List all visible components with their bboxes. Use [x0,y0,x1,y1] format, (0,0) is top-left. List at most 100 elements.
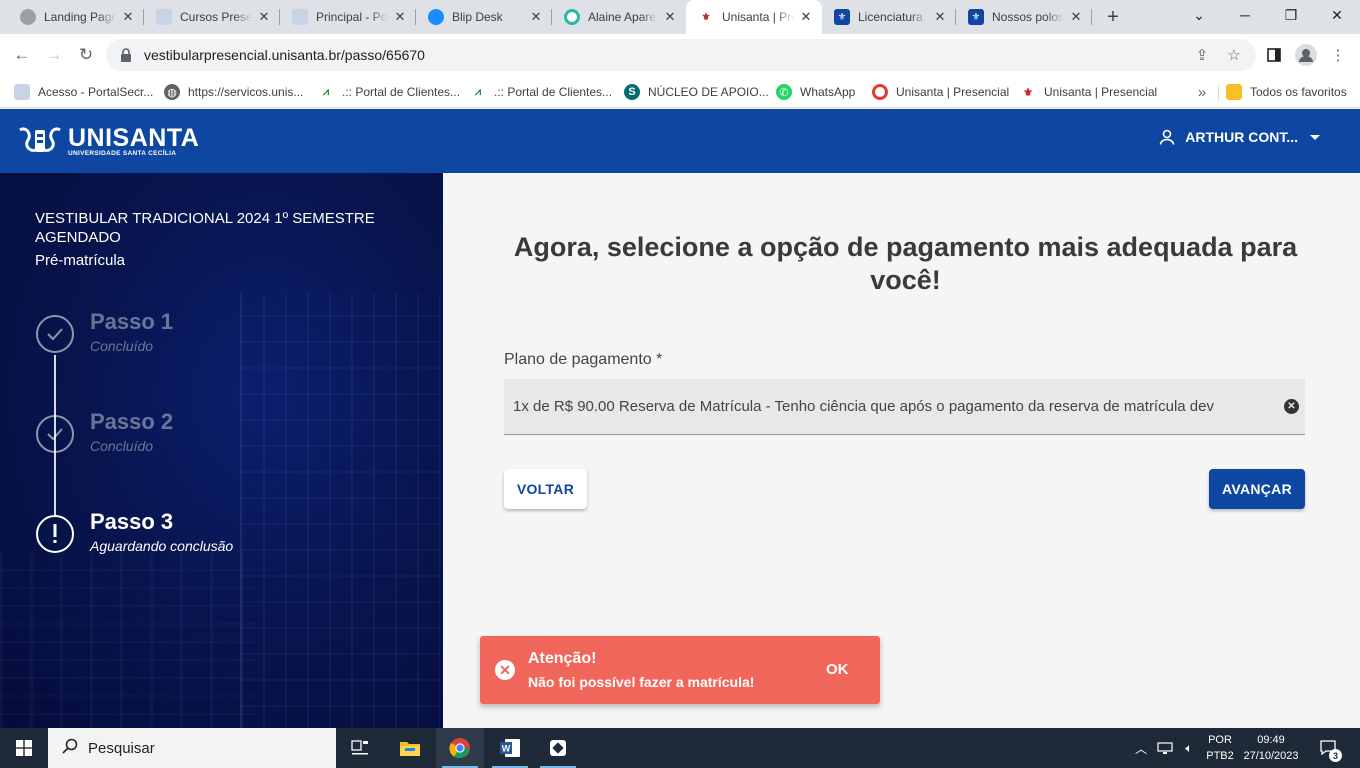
browser-tab[interactable]: Alaine Aparecida ✕ [552,0,686,34]
volume-icon[interactable]: 🔈︎ [1178,728,1200,768]
network-icon[interactable] [1154,728,1176,768]
tab-search-chevron-icon[interactable]: ⌄ [1176,0,1222,30]
payment-plan-value[interactable]: 1x de R$ 90.00 Reserva de Matrícula - Te… [513,398,1263,415]
windows-start-icon[interactable] [0,728,48,768]
bookmark-item[interactable]: ⩘ .:: Portal de Clientes... [470,82,612,102]
bookmark-item[interactable]: S NÚCLEO DE APOIO... [624,82,769,102]
background-building-image [240,293,440,728]
user-icon [1159,129,1175,145]
language-indicator[interactable]: POR PTB2 [1202,732,1238,764]
forward-arrow-icon[interactable]: → [40,41,68,69]
lock-icon [120,48,134,62]
notifications-icon[interactable]: 3 [1314,728,1344,768]
close-tab-icon[interactable]: ✕ [932,9,948,25]
step-name: Passo 3 [90,509,174,534]
share-icon[interactable]: ⇪ [1188,41,1216,69]
browser-tab[interactable]: ⚜ Licenciatura ✕ [822,0,956,34]
bookmark-item[interactable]: Acesso - PortalSecr... [14,82,153,102]
step-1: Passo 1 Concluído [36,309,173,354]
word-icon[interactable]: W [486,728,534,768]
language-code: POR [1208,734,1232,746]
browser-tab-strip: Landing Page ✕ Cursos Presenciais ✕ Prin… [0,0,1360,34]
notification-count: 3 [1329,749,1342,762]
keyboard-layout: PTB2 [1206,750,1234,762]
whatsapp-icon: ✆ [776,84,792,100]
task-view-icon[interactable] [336,728,384,768]
bookmark-label: WhatsApp [800,85,856,99]
close-tab-icon[interactable]: ✕ [798,9,814,25]
browser-tab[interactable]: ⚜ Nossos polos ✕ [956,0,1092,34]
close-tab-icon[interactable]: ✕ [392,9,408,25]
unisanta-logo[interactable]: UNISANTA UNIVERSIDADE SANTA CECÍLIA [16,123,199,159]
bookmark-label: .:: Portal de Clientes... [494,85,613,99]
doc-icon [156,9,172,25]
close-tab-icon[interactable]: ✕ [662,9,678,25]
close-tab-icon[interactable]: ✕ [1068,9,1084,25]
minimize-icon[interactable]: ─ [1222,0,1268,30]
browser-tab[interactable]: Principal - Portal ✕ [280,0,416,34]
restore-icon[interactable]: ❐ [1268,0,1314,30]
all-bookmarks-folder[interactable]: Todos os favoritos [1226,82,1347,102]
step-3: Passo 3 Aguardando conclusão [36,509,234,554]
svg-text:W: W [502,744,511,754]
taskbar-search-input[interactable]: Pesquisar [48,728,336,768]
new-tab-button[interactable]: + [1100,5,1126,29]
more-bookmarks-icon[interactable]: » [1192,82,1212,102]
browser-tab[interactable]: Blip Desk ✕ [416,0,552,34]
page-title: Agora, selecione a opção de pagamento ma… [513,232,1298,295]
profile-avatar-icon[interactable] [1292,41,1320,69]
browser-tab[interactable]: Landing Page ✕ [8,0,144,34]
address-bar[interactable]: vestibularpresencial.unisanta.br/passo/6… [106,39,1256,71]
bookmarks-bar: Acesso - PortalSecr... ◍ https://servico… [0,76,1360,108]
step-name: Passo 1 [90,309,174,334]
step-status: Aguardando conclusão [90,538,234,554]
green-logo-icon: ⩘ [322,85,330,98]
side-panel-icon[interactable] [1260,41,1288,69]
kebab-menu-icon[interactable]: ⋮ [1324,41,1352,69]
user-name: ARTHUR CONT... [1185,129,1298,145]
bookmark-item[interactable]: Unisanta | Presencial [872,82,1009,102]
steps-sidebar: VESTIBULAR TRADICIONAL 2024 1º SEMESTRE … [0,173,443,728]
close-tab-icon[interactable]: ✕ [256,9,272,25]
back-arrow-icon[interactable]: ← [8,41,36,69]
bookmark-item[interactable]: ⚜ Unisanta | Presencial [1020,82,1157,102]
site-header: UNISANTA UNIVERSIDADE SANTA CECÍLIA ARTH… [0,109,1360,173]
toast-message: Não foi possível fazer a matrícula! [528,674,755,690]
tab-title: Licenciatura [858,10,923,24]
toast-ok-button[interactable]: OK [826,661,849,678]
chat-bubble-icon [428,9,444,25]
next-button[interactable]: AVANÇAR [1209,469,1305,509]
chrome-icon[interactable] [436,728,484,768]
step-status: Concluído [90,338,154,354]
app-box-icon[interactable] [534,728,582,768]
file-explorer-icon[interactable] [386,728,434,768]
bookmark-label: https://servicos.unis... [188,85,304,99]
exam-title: VESTIBULAR TRADICIONAL 2024 1º SEMESTRE … [35,210,375,246]
process-subtitle: Pré-matrícula [35,252,126,269]
bookmark-star-icon[interactable]: ☆ [1220,41,1248,69]
doc-icon [292,9,308,25]
close-tab-icon[interactable]: ✕ [120,9,136,25]
payment-plan-select[interactable]: 1x de R$ 90.00 Reserva de Matrícula - Te… [504,379,1305,435]
browser-tab[interactable]: Cursos Presenciais ✕ [144,0,280,34]
system-clock[interactable]: 09:49 27/10/2023 [1240,732,1302,764]
close-window-icon[interactable]: ✕ [1314,0,1360,30]
close-tab-icon[interactable]: ✕ [528,9,544,25]
green-logo-icon: ⩘ [474,85,482,98]
browser-tab-active[interactable]: ⚜ Unisanta | Presencial ✕ [686,0,822,34]
tray-chevron-icon[interactable]: ︿ [1132,728,1150,768]
bookmark-item[interactable]: ◍ https://servicos.unis... [164,82,303,102]
sharepoint-icon: S [624,84,640,100]
clear-selection-icon[interactable]: ✕ [1284,399,1299,414]
back-button[interactable]: VOLTAR [504,469,587,509]
windows-taskbar: Pesquisar W ︿ 🔈︎ POR PTB2 09:49 27/10/20… [0,728,1360,768]
logo-text: UNISANTA [68,123,200,152]
url-text[interactable]: vestibularpresencial.unisanta.br/passo/6… [144,47,425,63]
bookmark-item[interactable]: ✆ WhatsApp [776,82,855,102]
bookmark-item[interactable]: ⩘ .:: Portal de Clientes... [318,82,460,102]
reload-icon[interactable]: ↻ [72,41,100,69]
bookmark-label: Unisanta | Presencial [1044,85,1158,99]
tab-title: Nossos polos [992,10,1064,24]
user-menu-button[interactable]: ARTHUR CONT... [1159,129,1320,145]
doc-icon [14,84,30,100]
